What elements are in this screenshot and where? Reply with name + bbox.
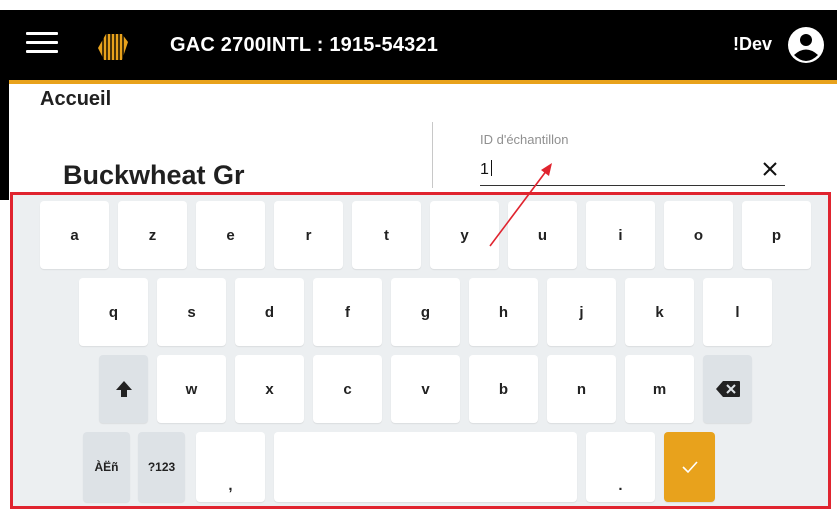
- key-s[interactable]: s: [157, 278, 226, 346]
- shift-arrow-icon[interactable]: [99, 355, 148, 423]
- key-comma[interactable]: ,: [196, 432, 265, 502]
- product-name: Buckwheat Gr: [63, 160, 245, 190]
- key-u[interactable]: u: [508, 201, 577, 269]
- page-title: Accueil: [40, 88, 112, 110]
- key-e[interactable]: e: [196, 201, 265, 269]
- space-key[interactable]: [274, 432, 577, 502]
- symbols-key[interactable]: ?123: [138, 432, 185, 502]
- checkmark-icon[interactable]: [664, 432, 715, 502]
- key-c[interactable]: c: [313, 355, 382, 423]
- key-m[interactable]: m: [625, 355, 694, 423]
- accent-key[interactable]: ÀËñ: [83, 432, 130, 502]
- sample-id-label: ID d'échantillon: [480, 132, 569, 147]
- sample-id-field[interactable]: 1: [480, 158, 785, 186]
- key-h[interactable]: h: [469, 278, 538, 346]
- key-z[interactable]: z: [118, 201, 187, 269]
- vertical-divider: [432, 122, 433, 188]
- app-bar-accent-line: [9, 80, 837, 84]
- key-k[interactable]: k: [625, 278, 694, 346]
- key-t[interactable]: t: [352, 201, 421, 269]
- app-bar: GAC 2700INTL : 1915-54321 !Dev: [0, 0, 837, 84]
- key-x[interactable]: x: [235, 355, 304, 423]
- key-i[interactable]: i: [586, 201, 655, 269]
- gac-logo-icon: [92, 26, 132, 66]
- account-circle-icon[interactable]: [786, 25, 826, 65]
- key-p[interactable]: p: [742, 201, 811, 269]
- key-l[interactable]: l: [703, 278, 772, 346]
- app-window: GAC 2700INTL : 1915-54321 !Dev Accueil B…: [0, 0, 837, 514]
- key-j[interactable]: j: [547, 278, 616, 346]
- key-v[interactable]: v: [391, 355, 460, 423]
- backspace-icon[interactable]: [703, 355, 752, 423]
- key-b[interactable]: b: [469, 355, 538, 423]
- on-screen-keyboard: a z e r t y u i o p q s d f g h j k l w …: [10, 192, 831, 509]
- key-g[interactable]: g: [391, 278, 460, 346]
- key-period[interactable]: .: [586, 432, 655, 502]
- hamburger-menu-icon[interactable]: [26, 32, 58, 56]
- sample-id-value[interactable]: 1: [480, 160, 492, 179]
- key-r[interactable]: r: [274, 201, 343, 269]
- user-name: !Dev: [733, 34, 773, 54]
- app-title: GAC 2700INTL : 1915-54321: [170, 34, 439, 56]
- left-rail: [0, 10, 9, 200]
- key-w[interactable]: w: [157, 355, 226, 423]
- text-caret: [490, 160, 492, 176]
- key-a[interactable]: a: [40, 201, 109, 269]
- key-n[interactable]: n: [547, 355, 616, 423]
- key-y[interactable]: y: [430, 201, 499, 269]
- key-q[interactable]: q: [79, 278, 148, 346]
- key-o[interactable]: o: [664, 201, 733, 269]
- close-icon[interactable]: [761, 160, 779, 178]
- key-d[interactable]: d: [235, 278, 304, 346]
- key-f[interactable]: f: [313, 278, 382, 346]
